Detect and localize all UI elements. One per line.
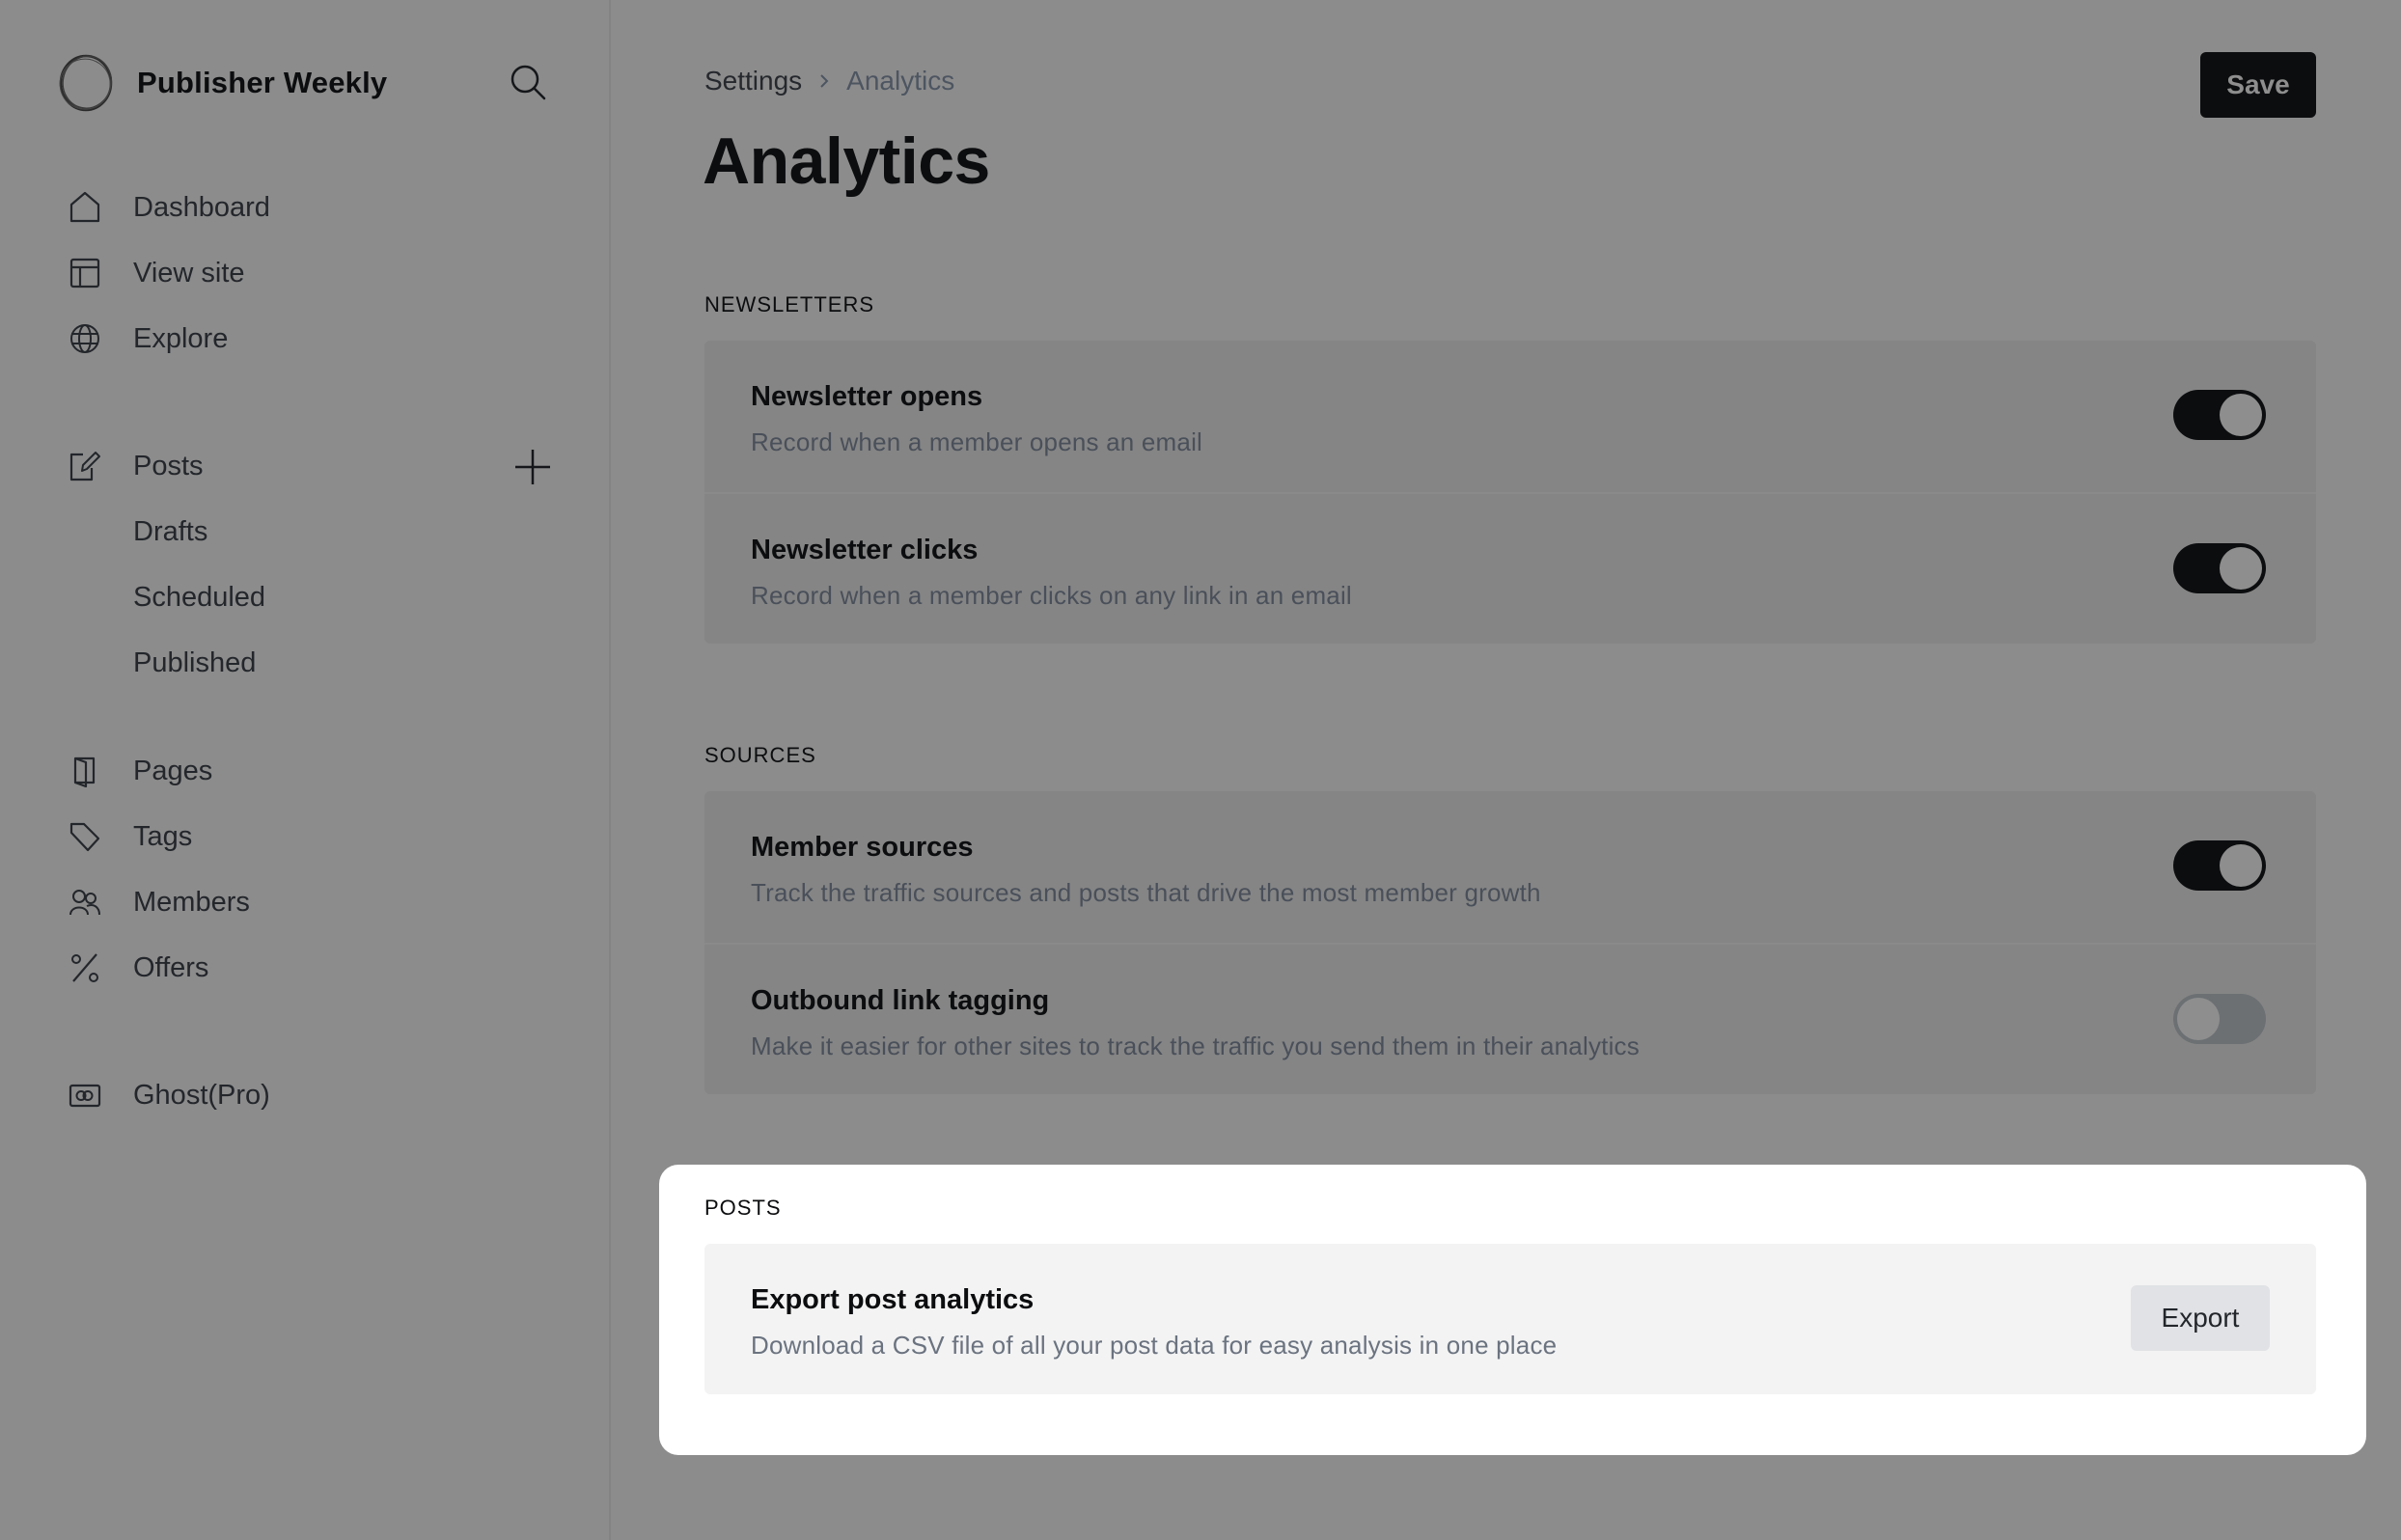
setting-description: Record when a member opens an email: [751, 427, 1203, 456]
breadcrumb-settings[interactable]: Settings: [704, 66, 802, 96]
sidebar-item-label: Drafts: [133, 515, 208, 547]
sidebar-item-label: Offers: [133, 951, 209, 983]
sidebar-item-published[interactable]: Published: [133, 640, 256, 686]
pen-square-icon: [66, 447, 104, 485]
breadcrumb-analytics: Analytics: [846, 66, 955, 96]
sidebar-item-tags[interactable]: Tags: [66, 813, 192, 860]
sidebar-item-label: Members: [133, 886, 250, 918]
section-label-sources: SOURCES: [704, 743, 816, 767]
plus-icon: [515, 450, 550, 484]
search-icon: [511, 65, 546, 100]
setting-title: Newsletter opens: [751, 381, 983, 412]
layout-icon: [66, 254, 104, 292]
sidebar-item-view-site[interactable]: View site: [66, 250, 245, 296]
setting-description: Make it easier for other sites to track …: [751, 1031, 1640, 1060]
main-content: Settings Analytics Analytics Save NEWSLE…: [613, 0, 2401, 1540]
page-icon: [66, 752, 104, 790]
setting-row-newsletter-clicks: Newsletter clicks Record when a member c…: [704, 492, 2316, 644]
brand[interactable]: Publisher Weekly: [56, 54, 387, 112]
toggle-knob: [2220, 394, 2262, 436]
newsletter-clicks-toggle[interactable]: [2173, 543, 2266, 593]
sidebar-item-label: View site: [133, 257, 245, 289]
sidebar-item-label: Published: [133, 646, 257, 678]
sidebar: Publisher Weekly Dashboard View site Exp…: [0, 0, 611, 1540]
add-post-button[interactable]: [511, 446, 554, 488]
setting-row-export-post-analytics: Export post analytics Download a CSV fil…: [704, 1244, 2316, 1395]
sidebar-item-label: Tags: [133, 820, 193, 852]
newsletter-opens-toggle[interactable]: [2173, 390, 2266, 440]
site-name: Publisher Weekly: [137, 66, 388, 99]
toggle-knob: [2220, 547, 2262, 590]
ghost-pro-icon: [66, 1076, 104, 1114]
tag-icon: [66, 817, 104, 856]
toggle-knob: [2177, 998, 2220, 1040]
home-icon: [66, 188, 104, 227]
setting-row-outbound-link-tagging: Outbound link tagging Make it easier for…: [704, 943, 2316, 1094]
save-button[interactable]: Save: [2200, 52, 2316, 118]
sidebar-item-label: Explore: [133, 322, 229, 354]
sidebar-item-label: Posts: [133, 450, 204, 481]
sources-card: Member sources Track the traffic sources…: [704, 791, 2316, 1094]
sidebar-item-explore[interactable]: Explore: [66, 316, 228, 362]
sidebar-item-label: Dashboard: [133, 191, 270, 223]
sidebar-item-label: Scheduled: [133, 581, 266, 613]
posts-card: Export post analytics Download a CSV fil…: [704, 1244, 2316, 1394]
posts-section-highlight: POSTS Export post analytics Download a C…: [659, 1165, 2366, 1455]
globe-icon: [66, 319, 104, 358]
sidebar-item-drafts[interactable]: Drafts: [133, 509, 207, 555]
sidebar-item-offers[interactable]: Offers: [66, 945, 208, 991]
section-label-newsletters: NEWSLETTERS: [704, 292, 875, 316]
setting-description: Track the traffic sources and posts that…: [751, 878, 1541, 907]
newsletters-card: Newsletter opens Record when a member op…: [704, 341, 2316, 644]
ghost-logo-icon: [59, 54, 113, 112]
member-sources-toggle[interactable]: [2173, 840, 2266, 891]
setting-description: Download a CSV file of all your post dat…: [751, 1331, 1558, 1360]
setting-title: Outbound link tagging: [751, 985, 1050, 1016]
sidebar-item-ghost-pro[interactable]: Ghost(Pro): [66, 1072, 270, 1118]
percent-icon: [66, 949, 104, 987]
setting-title: Member sources: [751, 832, 974, 863]
outbound-link-tagging-toggle[interactable]: [2173, 994, 2266, 1044]
chevron-right-icon: [820, 74, 829, 88]
sidebar-item-label: Ghost(Pro): [133, 1079, 270, 1111]
sidebar-item-dashboard[interactable]: Dashboard: [66, 184, 270, 231]
sidebar-item-members[interactable]: Members: [66, 879, 250, 925]
sidebar-item-scheduled[interactable]: Scheduled: [133, 574, 265, 620]
sidebar-item-posts[interactable]: Posts: [66, 443, 204, 489]
setting-title: Export post analytics: [751, 1284, 1035, 1315]
setting-row-member-sources: Member sources Track the traffic sources…: [704, 791, 2316, 943]
breadcrumb: Settings Analytics: [704, 66, 954, 96]
setting-title: Newsletter clicks: [751, 535, 979, 565]
export-button[interactable]: Export: [2131, 1285, 2270, 1351]
sidebar-item-pages[interactable]: Pages: [66, 748, 212, 794]
section-label-posts: POSTS: [704, 1196, 782, 1220]
sidebar-item-label: Pages: [133, 755, 213, 786]
setting-row-newsletter-opens: Newsletter opens Record when a member op…: [704, 341, 2316, 492]
search-button[interactable]: [506, 60, 552, 106]
setting-description: Record when a member clicks on any link …: [751, 581, 1352, 610]
page-title: Analytics: [703, 124, 990, 198]
toggle-knob: [2220, 844, 2262, 887]
members-icon: [66, 883, 104, 921]
